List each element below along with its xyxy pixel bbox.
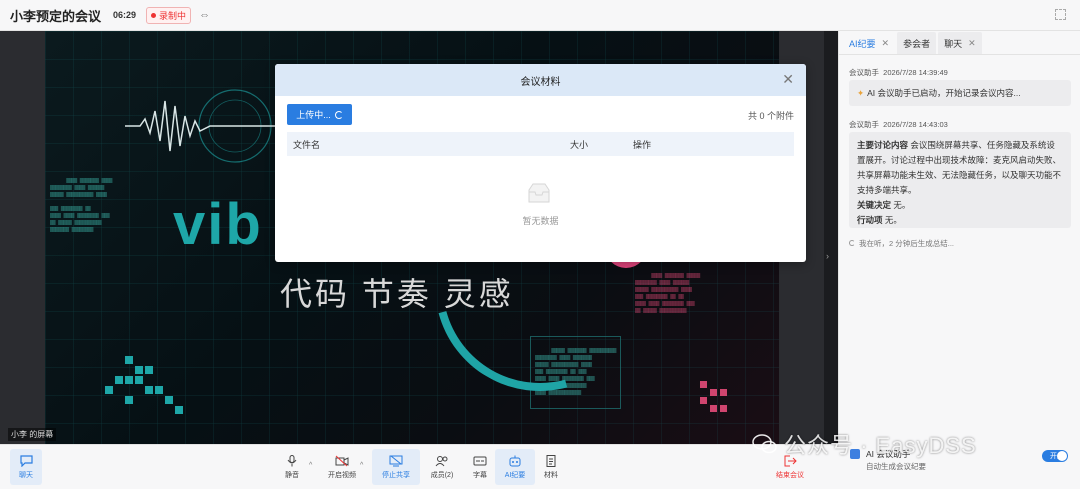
waveform-graphic [125, 89, 275, 163]
microphone-icon [285, 454, 299, 467]
recording-badge: 录制中 [146, 6, 192, 24]
members-label: 成员(2) [430, 471, 454, 479]
attachment-count: 共 0 个附件 [747, 111, 794, 121]
loading-ring-icon [849, 240, 855, 246]
watermark: 公众号 · EasyDSS [752, 428, 977, 460]
chat-label: 聊天 [19, 471, 33, 479]
camera-off-icon [335, 455, 349, 467]
stop-share-button[interactable]: 停止共享 [372, 449, 420, 485]
modal-title: 会议材料 [520, 76, 561, 88]
tab-participants[interactable]: 参会者 [897, 32, 937, 54]
code-lines: ▒▒▒▒ ▒▒▒▒▒▒▒ ▒▒▒▒ ▒▒▒▒▒▒▒▒ ▒▒▒▒ ▒▒▒▒▒▒ ▒… [50, 179, 113, 233]
close-icon[interactable]: ✕ [782, 72, 794, 86]
tab-chat[interactable]: 聊天 ✕ [938, 32, 982, 54]
upload-label: 上传中... [296, 110, 331, 120]
document-icon [544, 454, 558, 467]
chevron-up-icon[interactable]: ^ [360, 462, 363, 469]
column-size: 大小 [570, 139, 589, 150]
message-sender: 会议助手 [849, 120, 879, 129]
message-meta: 会议助手 2026/7/28 14:43:03 [849, 119, 948, 130]
message-sender: 会议助手 [849, 68, 879, 77]
chat-icon [19, 454, 33, 467]
link-icon[interactable]: ⇔ [199, 9, 210, 21]
pixel-pattern [105, 356, 183, 414]
chevron-right-icon[interactable]: › [826, 251, 829, 261]
column-actions: 操作 [633, 139, 652, 150]
chevron-up-icon[interactable]: ^ [309, 462, 312, 469]
listening-status: 我在听，2 分钟后生成总结... [849, 238, 954, 249]
subtitles-label: 字幕 [473, 471, 487, 479]
watermark-text: 公众号 · EasyDSS [784, 433, 977, 458]
sparkle-icon: ✦ [857, 88, 865, 98]
tab-label: AI纪要 [849, 38, 876, 49]
ai-summary-button[interactable]: AI纪要 [495, 449, 535, 485]
empty-inbox-icon [528, 183, 550, 203]
upload-button[interactable]: 上传中... [287, 104, 352, 125]
tab-ai-summary[interactable]: AI纪要 ✕ [843, 32, 896, 54]
meeting-title: 小李预定的会议 [10, 8, 102, 24]
action-label: 行动项 [857, 215, 883, 225]
ai-summary-label: AI纪要 [504, 471, 526, 479]
share-screen-icon [389, 455, 403, 467]
mute-label: 静音 [285, 471, 299, 479]
video-label: 开启视频 [328, 471, 356, 479]
modal-header: 会议材料 ✕ [275, 64, 806, 96]
code-snippet: ▒▒▒▒ ▒▒▒▒▒▒▒ ▒▒▒▒ ▒▒▒▒▒▒▒▒ ▒▒▒▒ ▒▒▒▒▒▒ ▒… [50, 171, 112, 241]
action-text: 无。 [884, 215, 902, 225]
assistant-subtitle: 自动生成会议纪要 [866, 462, 926, 471]
recording-label: 录制中 [159, 10, 187, 21]
right-panel: AI纪要 ✕ 参会者 聊天 ✕ 会议助手 2026/7/28 14:39:49 … [838, 31, 1080, 444]
message-time: 2026/7/28 14:43:03 [883, 120, 948, 129]
tab-label: 参会者 [903, 38, 931, 49]
video-button[interactable]: 开启视频 [322, 449, 362, 485]
pixel-pattern-pink [700, 381, 727, 412]
tab-label: 聊天 [944, 38, 963, 49]
title-bar: 小李预定的会议 06:29 录制中 ⇔ [0, 0, 1080, 31]
decision-text: 无。 [893, 200, 911, 210]
materials-modal: 会议材料 ✕ 上传中... 共 0 个附件 文件名 大小 操作 暂无数据 [275, 64, 806, 262]
toggle-label: 开启 [1050, 453, 1064, 460]
loading-spinner-icon [334, 110, 343, 119]
empty-state-text: 暂无数据 [522, 216, 559, 226]
message-bubble: ✦ AI 会议助手已启动，开始记录会议内容... [849, 80, 1071, 106]
summary-label: 主要讨论内容 [857, 140, 909, 150]
members-icon [435, 455, 449, 467]
files-table-header: 文件名 大小 操作 [287, 132, 794, 156]
meeting-duration: 06:29 [113, 10, 137, 20]
members-button[interactable]: 成员(2) [422, 449, 462, 485]
wechat-icon [752, 434, 777, 454]
close-icon[interactable]: ✕ [968, 38, 976, 49]
decision-label: 关键决定 [857, 200, 892, 210]
mute-button[interactable]: 静音 [272, 449, 312, 485]
bottom-toolbar: 聊天 静音 ^ 开启视频 ^ 停止共享 成员(2) 字幕 AI纪要 材料 结束会… [0, 444, 838, 489]
record-dot-icon [151, 12, 157, 18]
subtitles-icon [473, 455, 487, 467]
robot-icon [508, 455, 522, 467]
message-text: AI 会议助手已启动，开始记录会议内容... [867, 88, 1021, 98]
materials-button[interactable]: 材料 [531, 449, 571, 485]
materials-label: 材料 [544, 471, 558, 479]
close-icon[interactable]: ✕ [882, 38, 890, 49]
chat-button[interactable]: 聊天 [10, 449, 42, 485]
summary-bubble: 主要讨论内容 会议围绕屏幕共享、任务隐藏及系统设置展开。讨论过程中出现技术故障：… [849, 132, 1071, 228]
screen-owner-label: 小李 的屏幕 [8, 428, 57, 441]
panel-collapse-handle[interactable]: › [824, 31, 838, 444]
panel-tabs: AI纪要 ✕ 参会者 聊天 ✕ [839, 31, 1080, 55]
message-meta: 会议助手 2026/7/28 14:39:49 [849, 67, 948, 78]
screen-big-text: vib [173, 192, 263, 257]
stop-share-label: 停止共享 [382, 471, 410, 479]
screen-slogan: 代码 节奏 灵感 [280, 276, 514, 312]
fullscreen-icon[interactable] [1055, 9, 1066, 20]
message-time: 2026/7/28 14:39:49 [883, 68, 948, 77]
column-filename: 文件名 [293, 139, 321, 150]
end-meeting-label: 结束会议 [776, 471, 804, 479]
listening-text: 我在听，2 分钟后生成总结... [859, 239, 955, 248]
subtitles-button[interactable]: 字幕 [460, 449, 500, 485]
